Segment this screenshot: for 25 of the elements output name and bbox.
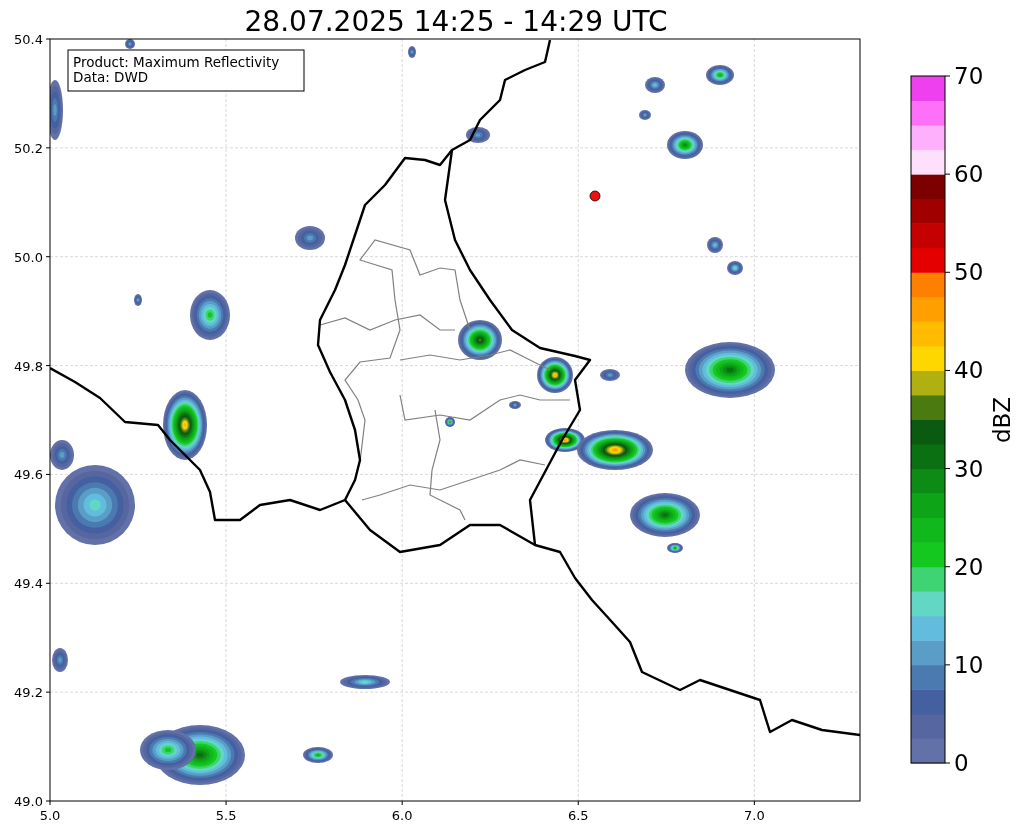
x-tick-label: 6.0 [391, 808, 413, 823]
y-tick-label: 50.0 [14, 249, 43, 265]
x-tick-label: 6.5 [567, 808, 589, 823]
colorbar-tick-label: 70 [954, 63, 984, 89]
info-text: Data: DWD [73, 69, 149, 85]
colorbar-tick-label: 60 [954, 161, 984, 188]
y-tick-label: 50.4 [14, 32, 43, 47]
y-tick-label: 50.2 [14, 140, 43, 156]
chart-title: 28.07.2025 14:25 - 14:29 UTC [244, 5, 668, 38]
colorbar-tick-label: 40 [954, 357, 984, 384]
info-text: Product: Maximum Reflectivity [73, 54, 280, 70]
x-tick-label: 5.5 [215, 808, 237, 823]
colorbar-label: dBZ [989, 396, 1015, 444]
y-tick-label: 49.8 [14, 358, 43, 374]
colorbar-tick-label: 20 [954, 553, 984, 580]
y-tick-label: 49.6 [14, 467, 43, 483]
colorbar-tick-label: 50 [954, 259, 984, 286]
x-tick-label: 5.0 [39, 808, 61, 823]
colorbar-tick-label: 0 [954, 750, 969, 776]
x-tick-label: 7.0 [744, 808, 765, 823]
colorbar-tick-label: 10 [954, 651, 984, 678]
y-tick-label: 49.4 [14, 576, 43, 592]
y-tick-label: 49.2 [14, 685, 43, 701]
y-tick-label: 49.0 [14, 794, 43, 809]
colorbar-tick-label: 30 [954, 455, 984, 482]
